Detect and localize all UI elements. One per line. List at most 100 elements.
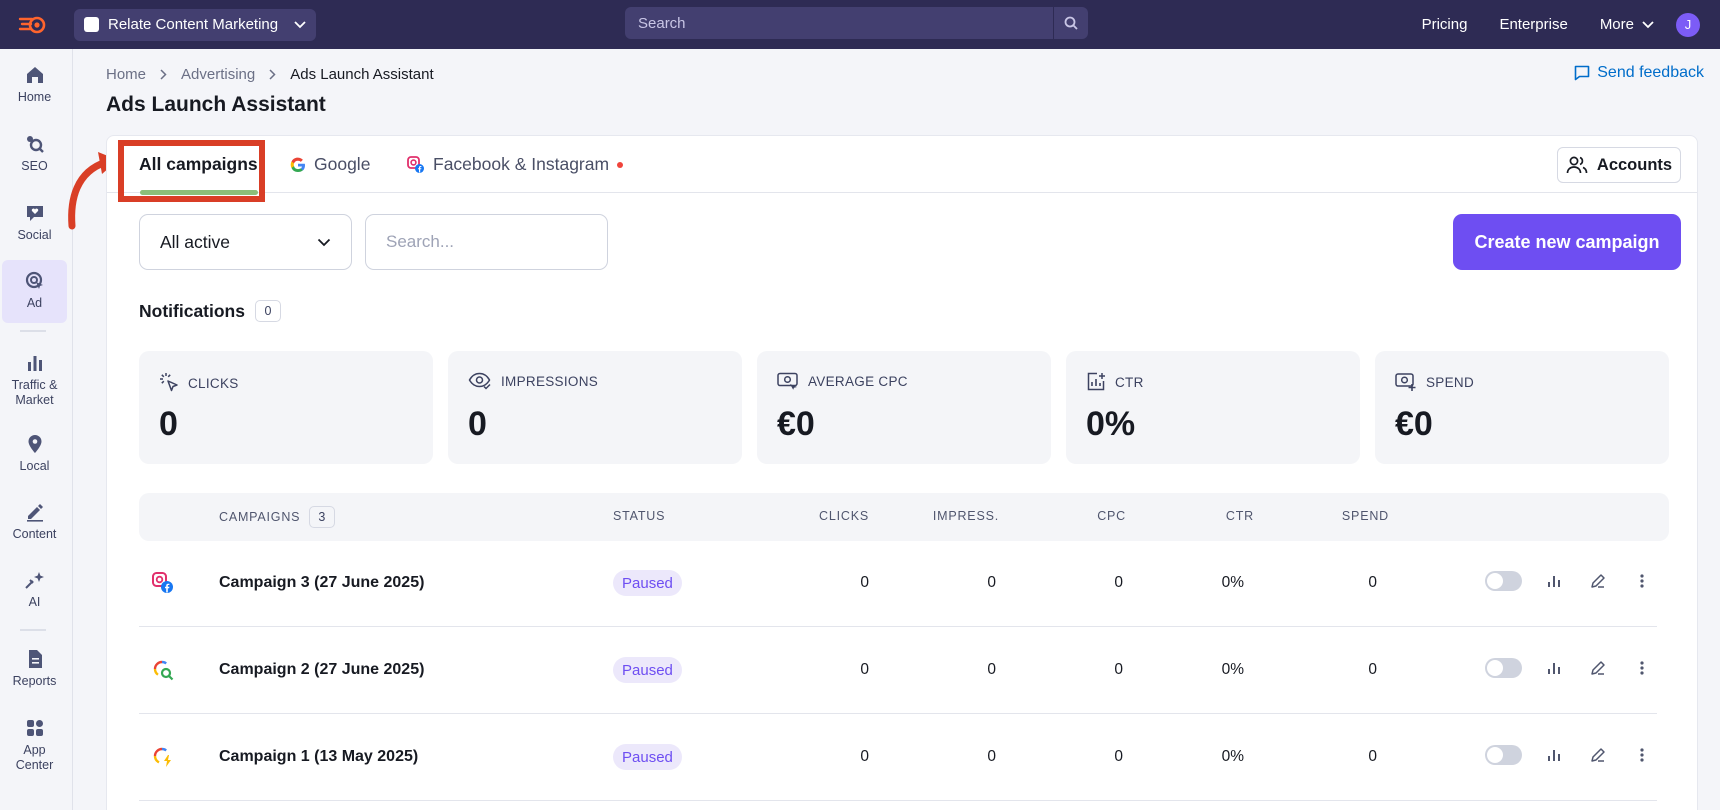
nav-enterprise[interactable]: Enterprise [1499, 16, 1567, 33]
sidebar-item-label: AI [28, 595, 41, 609]
cell-impressions: 0 [987, 661, 996, 678]
pin-icon [28, 435, 41, 453]
annotation-highlight-box [118, 140, 265, 202]
status-filter-select[interactable]: All active [139, 214, 352, 270]
sidebar-item-traffic[interactable]: Traffic & Market [2, 353, 67, 413]
sidebar-item-label: App Center [15, 743, 54, 772]
global-search[interactable]: Search [625, 7, 1088, 39]
more-vertical-icon[interactable] [1632, 745, 1652, 765]
cell-cpc: 0 [1114, 661, 1123, 678]
stats-icon[interactable] [1544, 745, 1564, 765]
edit-icon[interactable] [1588, 745, 1608, 765]
metric-card-impressions: IMPRESSIONS 0 [448, 351, 742, 464]
campaign-search-input[interactable] [365, 214, 608, 270]
column-header-impressions[interactable]: IMPRESS. [879, 509, 999, 523]
status-filter-value: All active [160, 231, 231, 252]
column-header-label: CAMPAIGNS [219, 510, 301, 524]
sidebar-item-local[interactable]: Local [2, 434, 67, 484]
google-search-icon [153, 660, 174, 681]
sidebar-item-content[interactable]: Content [2, 502, 67, 552]
click-icon [160, 373, 178, 392]
cell-clicks: 0 [860, 661, 869, 678]
campaign-name[interactable]: Campaign 3 (27 June 2025) [219, 574, 424, 592]
semrush-logo-icon[interactable] [18, 14, 52, 36]
chevron-down-icon [294, 16, 306, 33]
facebook-instagram-icon [407, 155, 424, 173]
accounts-button[interactable]: Accounts [1557, 147, 1681, 183]
page-title: Ads Launch Assistant [106, 93, 326, 116]
column-header-campaigns[interactable]: CAMPAIGNS 3 [219, 506, 336, 528]
breadcrumb-home[interactable]: Home [106, 66, 146, 83]
avatar[interactable]: J [1676, 12, 1700, 37]
stats-icon[interactable] [1544, 571, 1564, 591]
tab-facebook-instagram[interactable]: Facebook & Instagram [407, 154, 624, 175]
project-checkbox[interactable] [84, 17, 99, 32]
chevron-right-icon [269, 69, 276, 80]
sidebar-item-home[interactable]: Home [2, 65, 67, 115]
status-badge: Paused [613, 657, 682, 683]
search-icon[interactable] [1053, 7, 1088, 39]
report-icon [28, 650, 42, 668]
campaign-toggle[interactable] [1485, 571, 1522, 591]
send-feedback-link[interactable]: Send feedback [1574, 64, 1704, 82]
campaign-toggle[interactable] [1485, 658, 1522, 678]
column-header-status[interactable]: STATUS [613, 509, 665, 523]
sidebar-item-app-center[interactable]: App Center [2, 718, 67, 778]
status-badge: Paused [613, 570, 682, 596]
column-header-clicks[interactable]: CLICKS [749, 509, 869, 523]
cell-spend: 0 [1368, 661, 1377, 678]
facebook-instagram-icon [152, 572, 173, 593]
metric-card-clicks: CLICKS 0 [139, 351, 433, 464]
breadcrumb-current: Ads Launch Assistant [290, 66, 434, 83]
sidebar-item-label: Social [17, 228, 52, 242]
metric-value: 0 [468, 405, 487, 443]
sidebar-item-ai[interactable]: AI [2, 570, 67, 620]
sidebar-item-seo[interactable]: SEO [2, 134, 67, 184]
sparkle-icon [24, 572, 44, 589]
feedback-icon [1574, 65, 1590, 81]
sidebar-item-reports[interactable]: Reports [2, 649, 67, 699]
nav-more[interactable]: More [1600, 16, 1654, 33]
sidebar-divider [20, 629, 46, 631]
sidebar-item-ad[interactable]: Ad [2, 260, 67, 323]
nav-pricing[interactable]: Pricing [1422, 16, 1468, 33]
edit-icon[interactable] [1588, 658, 1608, 678]
cell-spend: 0 [1368, 748, 1377, 765]
project-name: Relate Content Marketing [108, 16, 279, 33]
campaign-name[interactable]: Campaign 1 (13 May 2025) [219, 748, 418, 766]
metric-value: €0 [777, 405, 815, 443]
create-campaign-button[interactable]: Create new campaign [1453, 214, 1681, 270]
sidebar-item-label: SEO [21, 159, 48, 173]
cell-cpc: 0 [1114, 574, 1123, 591]
cell-clicks: 0 [860, 748, 869, 765]
metric-value: 0% [1086, 405, 1136, 443]
campaign-count-badge: 3 [309, 506, 336, 528]
chevron-down-icon [1642, 20, 1654, 28]
accounts-label: Accounts [1596, 155, 1673, 174]
edit-icon[interactable] [1588, 571, 1608, 591]
tab-label: Google [314, 154, 371, 174]
more-vertical-icon[interactable] [1632, 571, 1652, 591]
breadcrumb-advertising[interactable]: Advertising [181, 66, 255, 83]
table-row[interactable]: Campaign 3 (27 June 2025) Paused 0 0 0 0… [139, 541, 1657, 627]
sidebar-item-social[interactable]: Social [2, 203, 67, 253]
google-performance-icon [153, 747, 171, 767]
table-row[interactable]: Campaign 1 (13 May 2025) Paused 0 0 0 0%… [139, 715, 1657, 801]
sidebar-item-label: Local [19, 459, 50, 473]
column-header-spend[interactable]: SPEND [1269, 509, 1389, 523]
notifications-header[interactable]: Notifications 0 [139, 300, 281, 322]
metric-label: AVERAGE CPC [808, 373, 908, 389]
more-vertical-icon[interactable] [1632, 658, 1652, 678]
stats-icon[interactable] [1544, 658, 1564, 678]
campaign-name[interactable]: Campaign 2 (27 June 2025) [219, 661, 424, 679]
table-row[interactable]: Campaign 2 (27 June 2025) Paused 0 0 0 0… [139, 628, 1657, 714]
column-header-ctr[interactable]: CTR [1134, 509, 1254, 523]
tab-label: Facebook & Instagram [433, 154, 610, 174]
metric-value: 0 [159, 405, 178, 443]
tab-google[interactable]: Google [290, 154, 370, 175]
column-header-cpc[interactable]: CPC [1006, 509, 1126, 523]
campaign-toggle[interactable] [1485, 745, 1522, 765]
pen-icon [26, 504, 43, 522]
project-selector[interactable]: Relate Content Marketing [74, 8, 316, 41]
users-icon [1566, 156, 1588, 174]
